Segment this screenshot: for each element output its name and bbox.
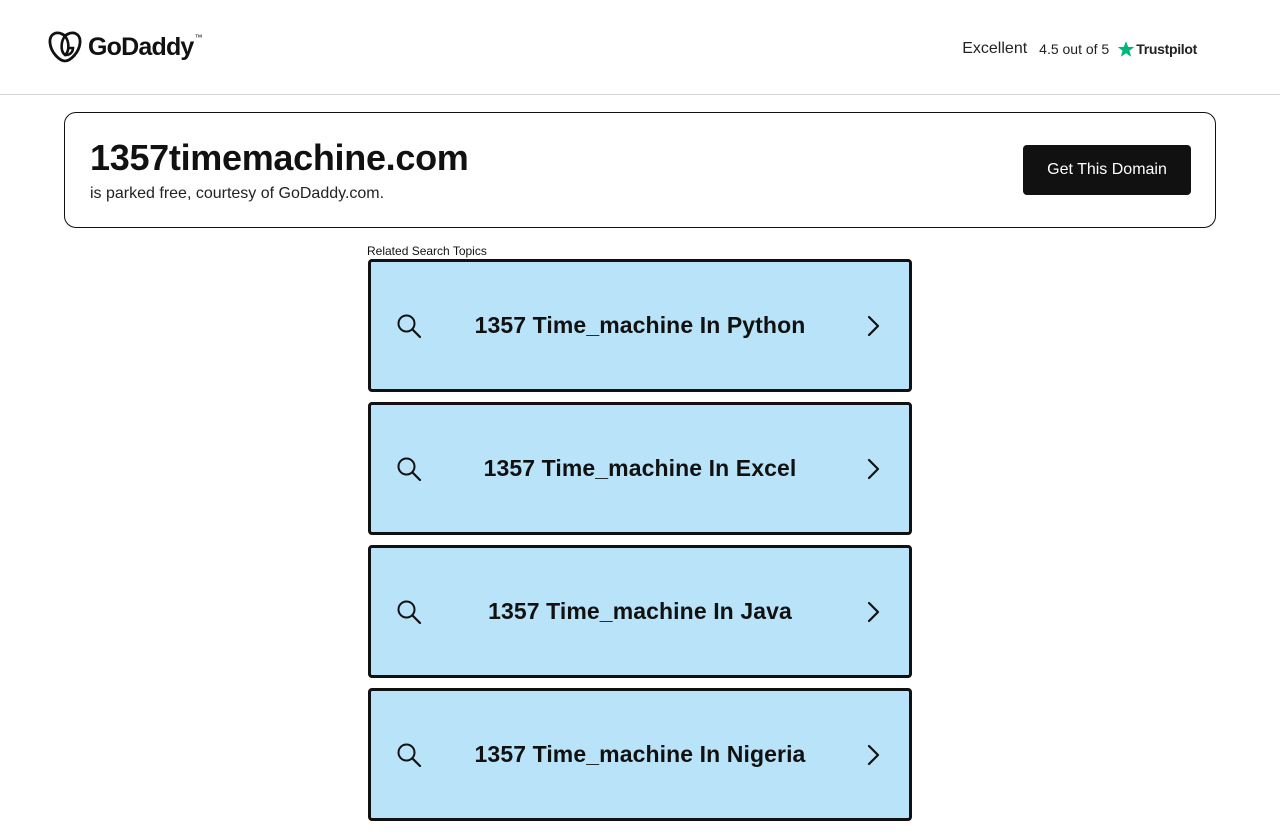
related-search-heading: Related Search Topics — [367, 244, 487, 258]
topic-nigeria[interactable]: 1357 Time_machine In Nigeria — [368, 688, 912, 821]
get-this-domain-button[interactable]: Get This Domain — [1023, 145, 1191, 195]
topic-excel[interactable]: 1357 Time_machine In Excel — [368, 402, 912, 535]
logo-text: GoDaddy™ — [88, 33, 203, 61]
domain-subtitle: is parked free, courtesy of GoDaddy.com. — [90, 185, 385, 202]
chevron-right-icon — [867, 315, 880, 336]
chevron-right-icon — [867, 458, 880, 479]
trustpilot-label: Trustpilot — [1136, 41, 1197, 57]
topic-label: 1357 Time_machine In Python — [474, 312, 806, 338]
search-icon — [397, 743, 422, 767]
topic-python[interactable]: 1357 Time_machine In Python — [368, 259, 912, 392]
topic-java[interactable]: 1357 Time_machine In Java — [368, 545, 912, 678]
top-bar: GoDaddy™ Excellent 4.5 out of 5 Trustpil… — [0, 0, 1280, 95]
topic-label: 1357 Time_machine In Nigeria — [474, 741, 806, 767]
chevron-right-icon — [867, 601, 880, 622]
domain-card: 1357timemachine.com is parked free, cour… — [64, 112, 1216, 228]
godaddy-logo-link[interactable]: GoDaddy™ — [48, 31, 203, 63]
topic-label: 1357 Time_machine In Java — [488, 598, 792, 624]
trustpilot-star-icon — [1117, 41, 1135, 57]
search-icon — [397, 314, 422, 338]
rating-word: Excellent — [962, 40, 1028, 57]
search-icon — [397, 457, 422, 481]
trustpilot-brand: Trustpilot — [1117, 40, 1197, 58]
godaddy-logo-icon — [48, 31, 82, 63]
trustpilot-rating[interactable]: Excellent 4.5 out of 5 Trustpilot — [962, 40, 1197, 58]
topic-label: 1357 Time_machine In Excel — [483, 455, 797, 481]
rating-score: 4.5 out of 5 — [1039, 41, 1110, 57]
related-topics-list: 1357 Time_machine In Python 1357 Time_ma… — [368, 259, 912, 831]
domain-name: 1357timemachine.com — [90, 137, 469, 178]
chevron-right-icon — [867, 744, 880, 765]
search-icon — [397, 600, 422, 624]
